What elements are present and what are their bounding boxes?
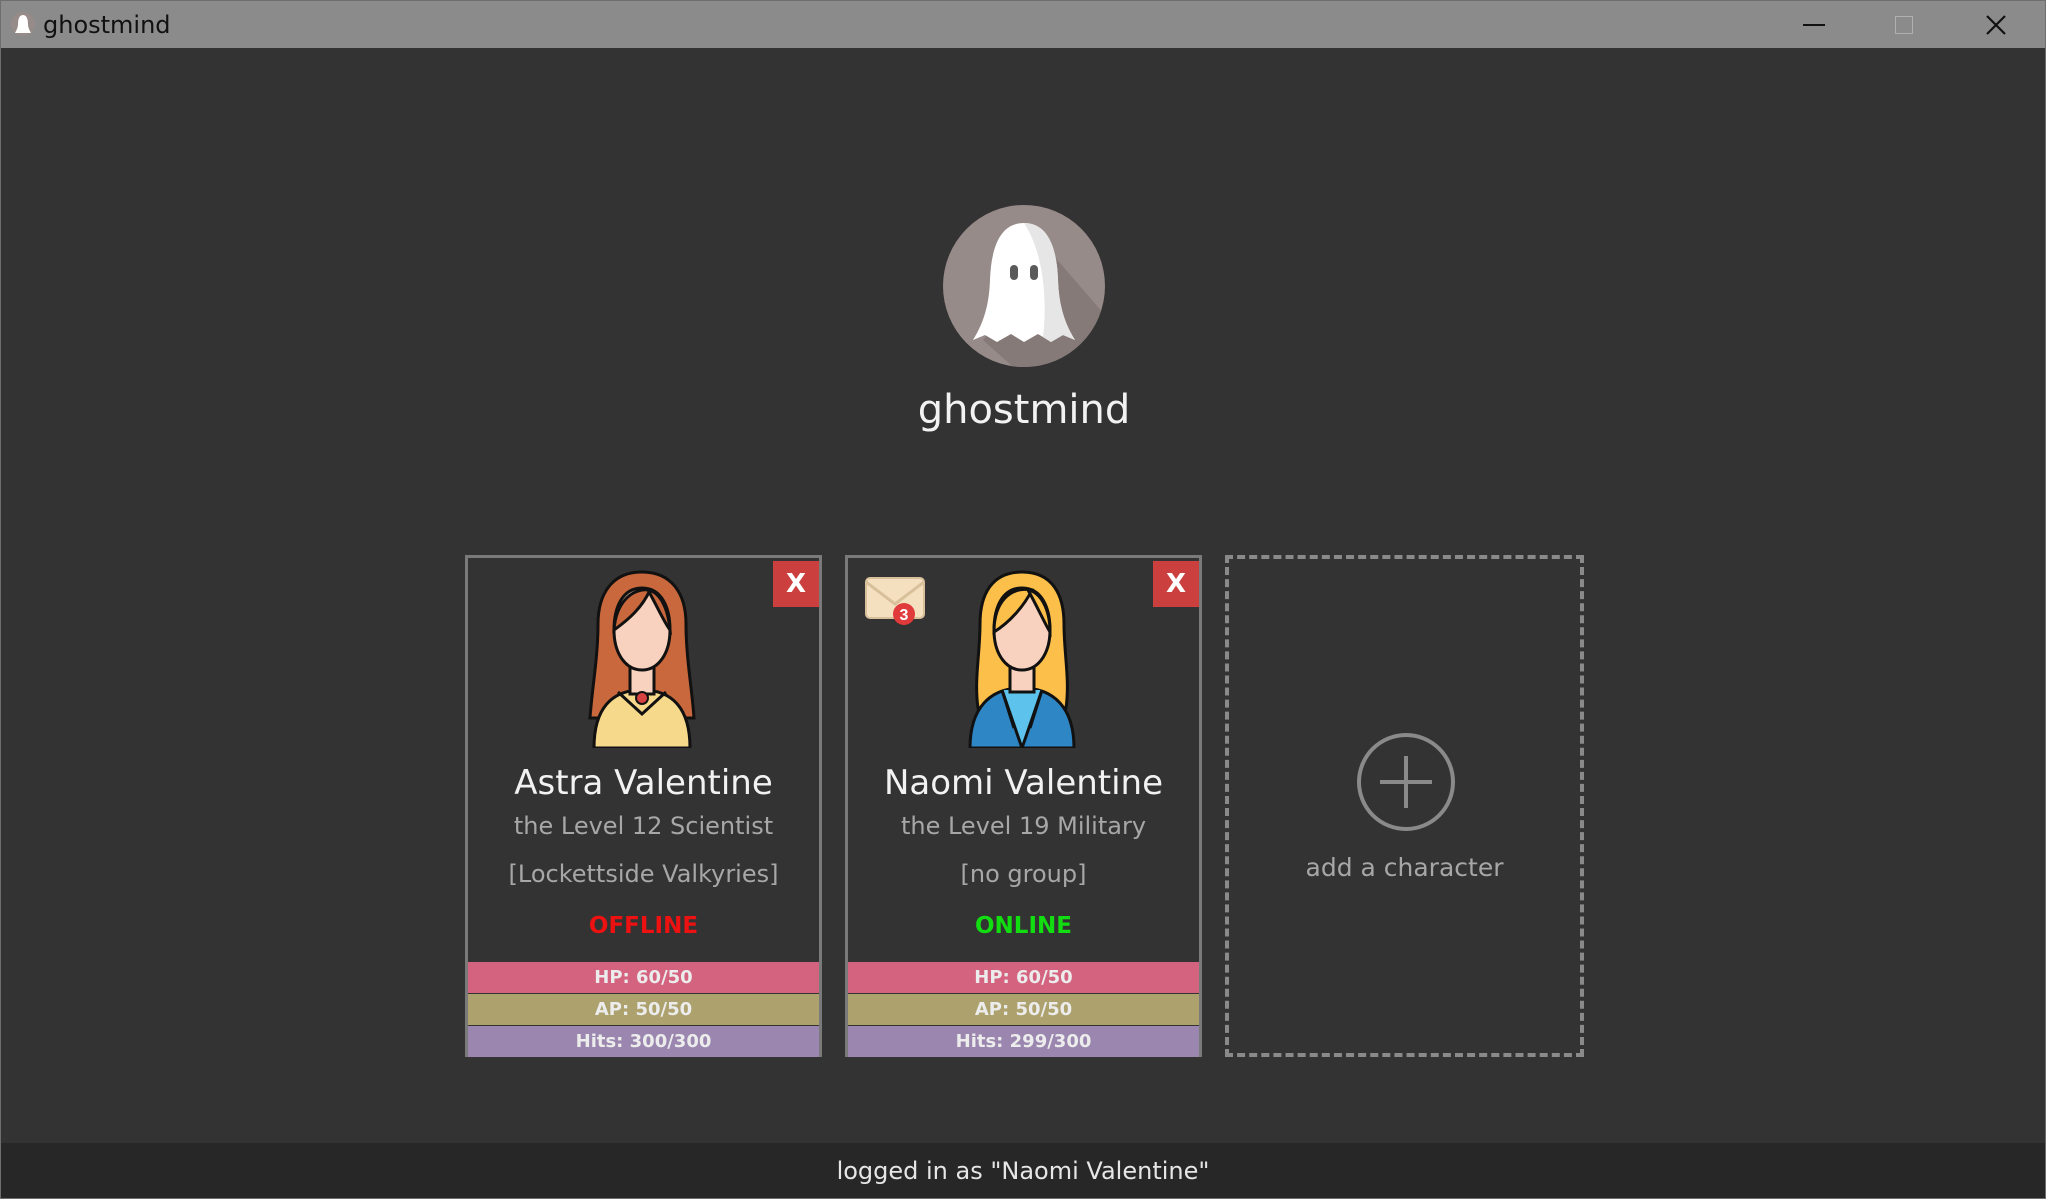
character-group: [no group]	[960, 860, 1087, 888]
character-name: Naomi Valentine	[883, 763, 1164, 803]
character-status: ONLINE	[975, 913, 1072, 939]
close-window-button[interactable]	[1951, 1, 2041, 48]
add-character-label: add a character	[1305, 853, 1504, 882]
status-bar: logged in as "Naomi Valentine"	[1, 1143, 2045, 1198]
title-bar[interactable]: ghostmind	[1, 1, 2045, 48]
hits-bar: Hits: 300/300	[468, 1026, 819, 1057]
profile-avatar	[943, 205, 1105, 367]
hp-bar: HP: 60/50	[848, 962, 1199, 993]
ghost-icon	[11, 12, 35, 36]
ap-bar: AP: 50/50	[848, 994, 1199, 1025]
character-name: Astra Valentine	[514, 763, 773, 803]
minimize-icon	[1803, 23, 1825, 26]
add-character-card[interactable]: add a character	[1225, 555, 1584, 1057]
mail-icon[interactable]: 3	[864, 574, 928, 628]
hp-bar: HP: 60/50	[468, 962, 819, 993]
character-card-naomi[interactable]: 3 X Naomi Valentine the Level 19 Militar…	[845, 555, 1202, 1057]
female-blonde-avatar	[968, 570, 1076, 748]
character-card-astra[interactable]: X Astra Valentine the Level 12 Scientist…	[465, 555, 822, 1057]
character-class: the Level 12 Scientist	[513, 812, 774, 840]
ghost-icon	[973, 223, 1105, 367]
hits-bar: Hits: 299/300	[848, 1026, 1199, 1057]
remove-character-button[interactable]: X	[1153, 561, 1199, 607]
profile-username: ghostmind	[917, 387, 1131, 433]
maximize-icon	[1895, 15, 1913, 34]
ap-bar: AP: 50/50	[468, 994, 819, 1025]
remove-character-button[interactable]: X	[773, 561, 819, 607]
close-icon	[1986, 14, 2006, 35]
female-red-hair-avatar	[588, 570, 696, 748]
window-title: ghostmind	[43, 11, 171, 39]
character-group: [Lockettside Valkyries]	[508, 860, 779, 888]
plus-circle-icon	[1357, 733, 1455, 831]
character-status: OFFLINE	[588, 913, 699, 939]
maximize-button[interactable]	[1859, 1, 1949, 48]
minimize-button[interactable]	[1769, 1, 1859, 48]
mail-count-badge: 3	[900, 607, 909, 624]
app-window: ghostmind ghostmind X Astra Valentine th…	[0, 0, 2046, 1199]
character-class: the Level 19 Military	[900, 812, 1147, 840]
logged-in-text: logged in as "Naomi Valentine"	[836, 1156, 1210, 1185]
